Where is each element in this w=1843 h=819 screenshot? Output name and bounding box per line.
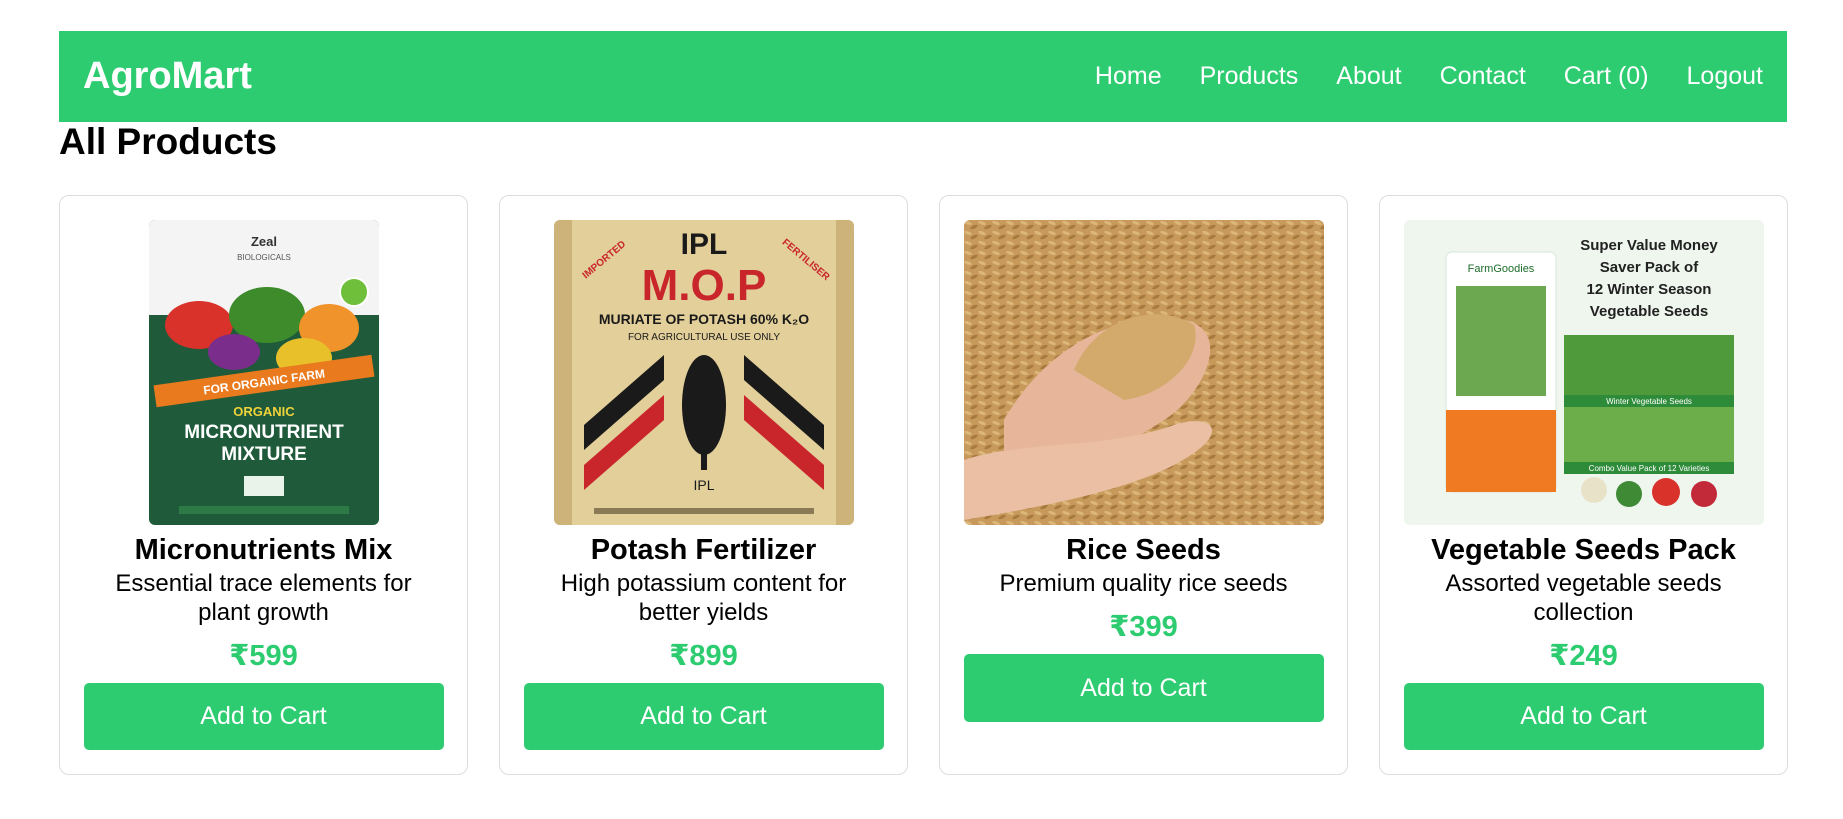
product-grid: Zeal BIOLOGICALS FOR ORGANIC FARM ORGANI… [59, 195, 1788, 775]
nav-links: Home Products About Contact Cart (0) Log… [1095, 62, 1763, 91]
product-price: ₹899 [669, 640, 738, 672]
product-image-micronutrient-bag[interactable]: Zeal BIOLOGICALS FOR ORGANIC FARM ORGANI… [148, 220, 379, 525]
product-image-frame [963, 220, 1324, 525]
svg-text:IPL: IPL [680, 228, 727, 261]
navbar: AgroMart Home Products About Contact Car… [59, 31, 1787, 122]
nav-link-products[interactable]: Products [1200, 62, 1299, 91]
svg-text:ORGANIC: ORGANIC [233, 404, 295, 419]
product-image-potash-sack[interactable]: IPL M.O.P MURIATE OF POTASH 60% K₂O FOR … [553, 220, 854, 525]
product-name: Micronutrients Mix [134, 534, 393, 566]
product-card: FarmGoodies Super Value Money Saver Pack… [1379, 195, 1788, 775]
svg-text:Saver Pack of: Saver Pack of [1599, 259, 1698, 276]
svg-text:MURIATE OF POTASH 60% K₂O: MURIATE OF POTASH 60% K₂O [598, 311, 808, 327]
product-price: ₹399 [1109, 611, 1178, 643]
svg-text:IPL: IPL [693, 477, 714, 493]
product-description: Premium quality rice seeds [999, 570, 1288, 597]
add-to-cart-button[interactable]: Add to Cart [83, 683, 444, 750]
svg-text:M.O.P: M.O.P [641, 261, 766, 310]
svg-text:FOR AGRICULTURAL USE ONLY: FOR AGRICULTURAL USE ONLY [627, 332, 779, 343]
add-to-cart-button[interactable]: Add to Cart [963, 654, 1324, 722]
svg-text:Combo Value Pack of 12 Varieti: Combo Value Pack of 12 Varieties [1588, 464, 1709, 473]
brand-logo[interactable]: AgroMart [83, 55, 252, 98]
svg-text:Winter Vegetable Seeds: Winter Vegetable Seeds [1606, 397, 1692, 406]
page-title: All Products [59, 121, 277, 162]
product-description: Essential trace elements for plant growt… [115, 570, 412, 626]
product-name: Rice Seeds [1066, 534, 1221, 566]
add-to-cart-button[interactable]: Add to Cart [523, 683, 884, 750]
product-card: IPL M.O.P MURIATE OF POTASH 60% K₂O FOR … [499, 195, 908, 775]
svg-text:12 Winter Season: 12 Winter Season [1586, 281, 1711, 298]
product-description: High potassium content for better yields [560, 570, 847, 626]
svg-text:Super Value Money: Super Value Money [1580, 237, 1718, 254]
nav-link-about[interactable]: About [1336, 62, 1401, 91]
product-price: ₹249 [1549, 640, 1618, 672]
svg-text:MICRONUTRIENT: MICRONUTRIENT [184, 422, 344, 443]
product-card: Rice Seeds Premium quality rice seeds ₹3… [939, 195, 1348, 775]
product-image-rice-photo[interactable] [963, 220, 1324, 525]
nav-link-cart[interactable]: Cart (0) [1564, 62, 1649, 91]
add-to-cart-button[interactable]: Add to Cart [1403, 683, 1764, 750]
nav-link-home[interactable]: Home [1095, 62, 1162, 91]
product-image-vegetable-pack[interactable]: FarmGoodies Super Value Money Saver Pack… [1403, 220, 1764, 525]
product-description: Assorted vegetable seeds collection [1445, 570, 1722, 626]
svg-text:MIXTURE: MIXTURE [221, 444, 307, 465]
svg-text:Vegetable Seeds: Vegetable Seeds [1589, 303, 1707, 320]
product-image-frame: Zeal BIOLOGICALS FOR ORGANIC FARM ORGANI… [84, 220, 444, 525]
product-image-frame: IPL M.O.P MURIATE OF POTASH 60% K₂O FOR … [524, 220, 884, 525]
product-name: Potash Fertilizer [590, 534, 817, 566]
svg-text:FarmGoodies: FarmGoodies [1467, 263, 1534, 275]
nav-link-logout[interactable]: Logout [1687, 62, 1763, 91]
svg-text:BIOLOGICALS: BIOLOGICALS [237, 253, 291, 262]
nav-link-contact[interactable]: Contact [1440, 62, 1526, 91]
product-price: ₹599 [229, 640, 298, 672]
product-card: Zeal BIOLOGICALS FOR ORGANIC FARM ORGANI… [59, 195, 468, 775]
product-image-frame: FarmGoodies Super Value Money Saver Pack… [1403, 220, 1764, 525]
product-name: Vegetable Seeds Pack [1431, 534, 1736, 566]
svg-text:Zeal: Zeal [250, 234, 276, 249]
